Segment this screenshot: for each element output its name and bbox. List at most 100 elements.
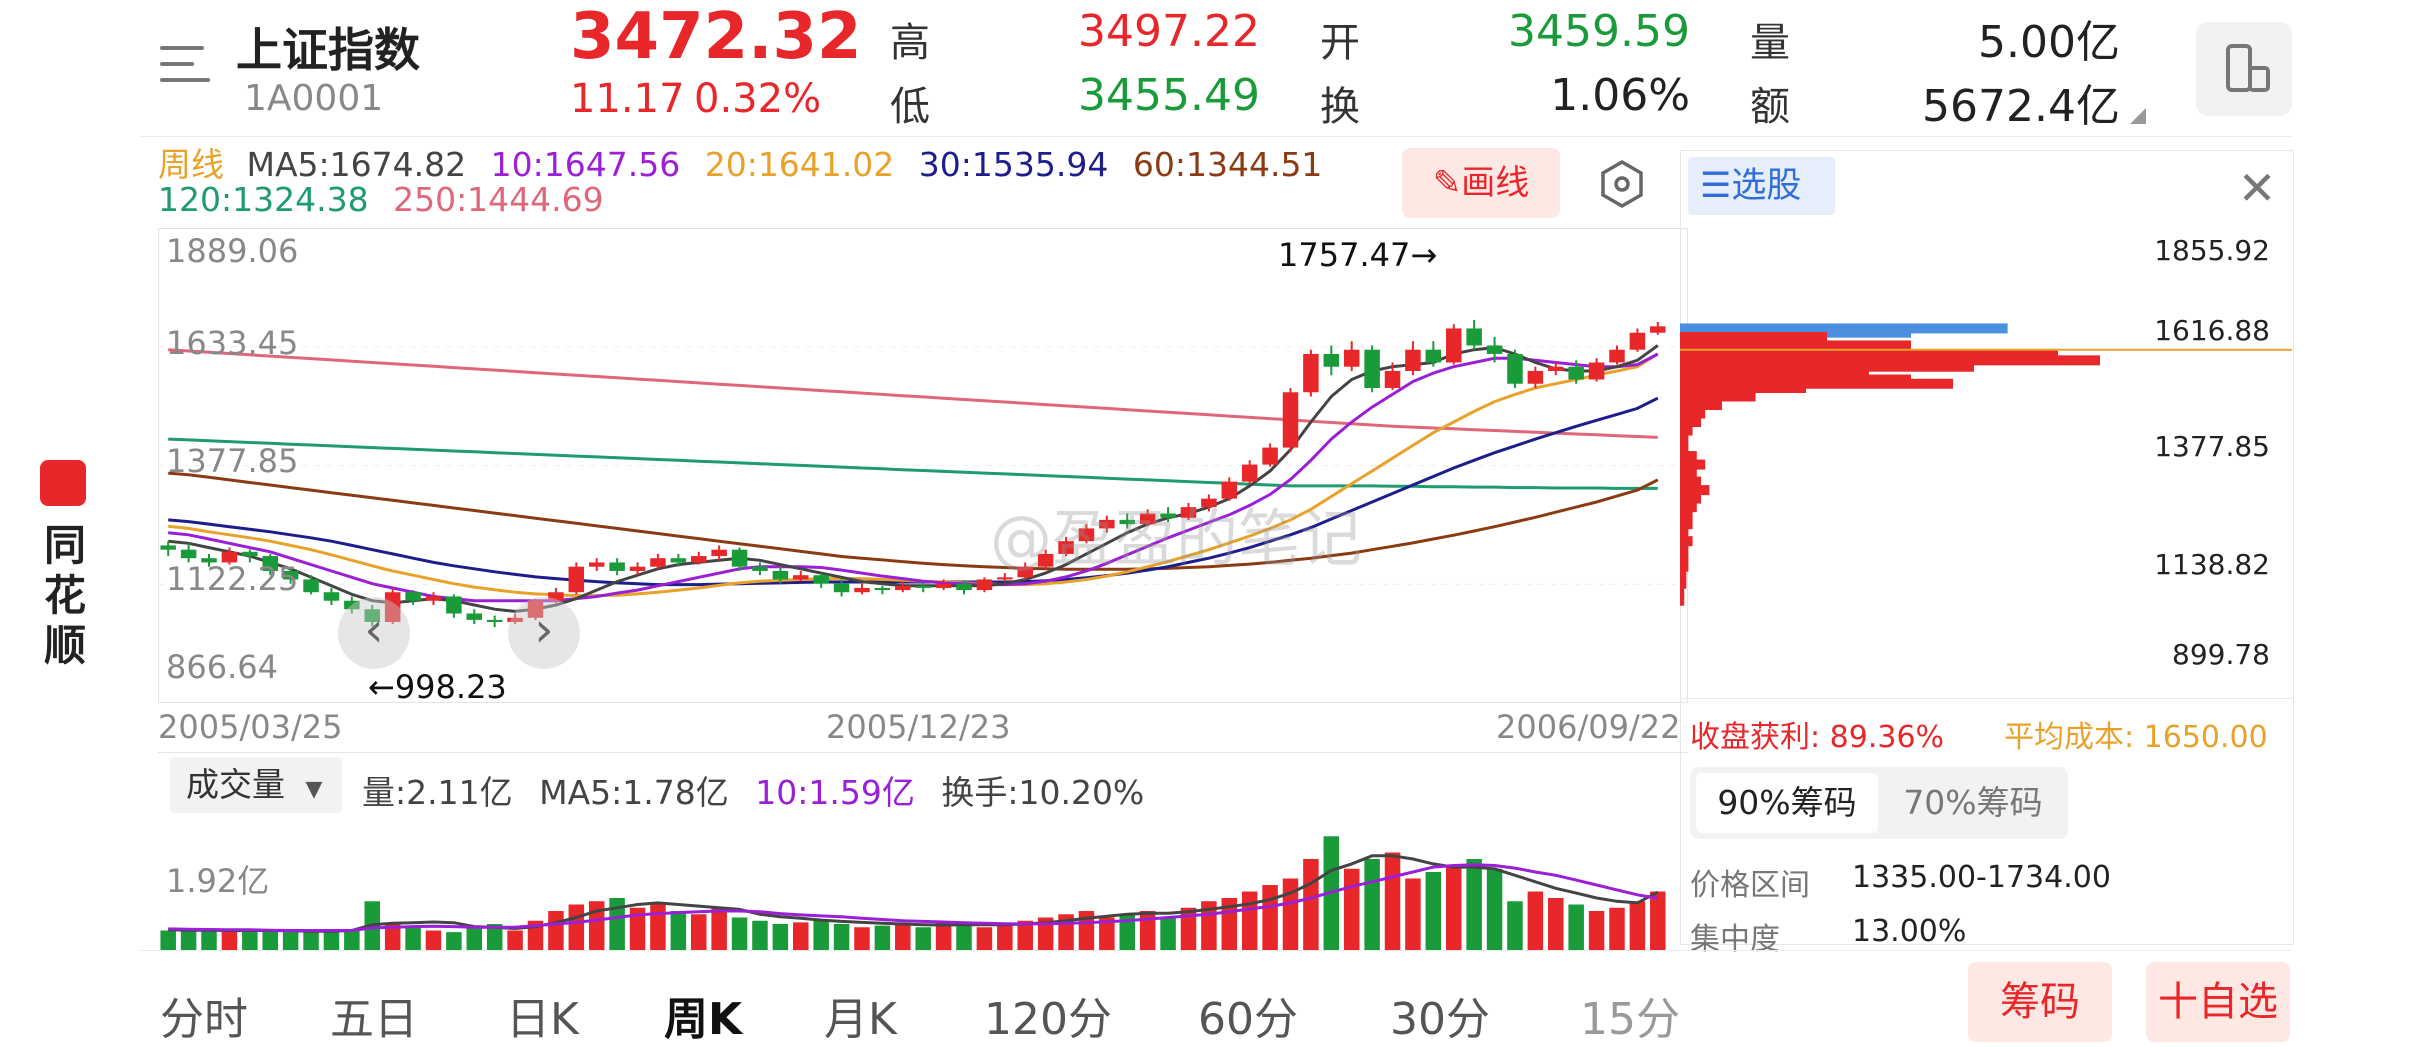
menu-icon[interactable] (160, 42, 210, 92)
indicator-selector[interactable]: 成交量 ▼ (170, 757, 342, 813)
chevron-left-icon[interactable]: ‹ (338, 597, 410, 669)
chip-bar (1680, 544, 1689, 555)
volume-bar (466, 927, 483, 950)
volume-chart[interactable] (158, 814, 1688, 950)
chip-bar (1680, 510, 1693, 521)
volume-bar (895, 924, 911, 950)
period-60min[interactable]: 60分 (1198, 983, 1298, 1047)
settings-icon[interactable] (1596, 158, 1648, 210)
volume-bar (1650, 891, 1666, 950)
volume-bar (1629, 901, 1646, 950)
volume-bar (793, 922, 809, 950)
candle-body (690, 556, 707, 563)
chip-price-tick: 1377.85 (2154, 430, 2270, 463)
date-tick: 2006/09/22 (1496, 708, 1681, 746)
period-weekly[interactable]: 周K (664, 983, 742, 1047)
chip-bar (1680, 476, 1701, 487)
chip-bar (1680, 578, 1687, 589)
close-icon[interactable]: ✕ (2235, 165, 2279, 211)
chip-bar (1680, 451, 1697, 462)
chip-bar (1680, 527, 1689, 538)
volume-bar (282, 932, 299, 950)
ma20-label: 20:1641.02 (704, 145, 895, 184)
chip-bar (1680, 502, 1697, 513)
add-watchlist-button[interactable]: 十自选 (2146, 962, 2290, 1042)
volume-bar (772, 924, 789, 950)
candle-body (1384, 370, 1401, 389)
volume-bar (548, 911, 564, 950)
chip-price-tick: 899.78 (2172, 638, 2270, 671)
candle-body (629, 566, 646, 571)
volume-bar (1486, 868, 1503, 950)
candle-body (1588, 362, 1605, 380)
candle-body (466, 613, 483, 620)
period-5day[interactable]: 五日 (330, 983, 418, 1047)
turnover-value: 1.06% (1550, 70, 1690, 121)
volume-bar (915, 927, 931, 950)
candle-body (1343, 349, 1360, 367)
ma10-label: 10:1647.56 (490, 145, 681, 184)
chevron-right-icon[interactable]: › (508, 597, 580, 669)
chip-bar (1680, 561, 1689, 572)
ma-line-30 (168, 396, 1659, 587)
price-range-value: 1335.00-1734.00 (1852, 860, 2111, 895)
ma30-label: 30:1535.94 (918, 145, 1109, 184)
volume-bar (221, 929, 238, 950)
candle-body (670, 558, 687, 563)
candle-body (405, 592, 421, 601)
chip-bar (1680, 400, 1722, 411)
candle-body (1323, 353, 1340, 367)
price-tick: 1122.25 (166, 560, 299, 598)
volume-bar (446, 932, 462, 950)
expand-corner-icon[interactable] (2130, 108, 2146, 124)
candle-body (486, 619, 503, 623)
chip-bar (1680, 331, 1827, 342)
candle-body (1425, 349, 1442, 363)
volume-bar (1548, 898, 1564, 950)
volume-bar (1343, 868, 1360, 950)
candle-body (915, 585, 931, 588)
chips-button[interactable]: 筹码 (1968, 962, 2112, 1042)
volume-label: 量 (1750, 20, 1790, 66)
volume-bar (1262, 885, 1278, 950)
volume-bar (568, 904, 585, 950)
period-label: 周线 (158, 145, 224, 184)
period-monthly[interactable]: 月K (824, 983, 897, 1047)
chip-bar (1680, 570, 1687, 581)
period-15min[interactable]: 15分 (1580, 983, 1680, 1047)
chip-bar (1680, 587, 1685, 598)
candle-body (588, 562, 605, 567)
candle-body (1364, 349, 1380, 389)
current-price: 3472.32 (570, 0, 862, 74)
candle-body (1507, 353, 1523, 384)
draw-line-button[interactable]: ✎画线 (1402, 148, 1560, 218)
volume-bar (997, 924, 1013, 950)
candle-body (772, 570, 789, 580)
volume-bar (1466, 859, 1482, 950)
period-120min[interactable]: 120分 (984, 983, 1112, 1047)
chip-bar (1680, 553, 1689, 564)
volume-bar (180, 928, 197, 950)
candle-body (160, 545, 176, 550)
tab-90-chips[interactable]: 90%筹码 (1696, 773, 1878, 833)
candle-body (833, 583, 850, 593)
candle-body (1405, 349, 1421, 371)
volume-ma5-label: MA5:1.78亿 (539, 773, 729, 812)
chip-price-tick: 1855.92 (2154, 234, 2270, 267)
landscape-toggle-button[interactable] (2196, 22, 2292, 116)
volume-bar (935, 922, 952, 950)
period-daily[interactable]: 日K (506, 983, 579, 1047)
period-30min[interactable]: 30分 (1390, 983, 1490, 1047)
volume-bar (711, 907, 727, 950)
chip-price-tick: 1138.82 (2154, 548, 2270, 581)
turnover-rate-label: 换手:10.20% (941, 773, 1145, 812)
stock-picker-button[interactable]: ☰选股 (1688, 157, 1835, 215)
chip-bar (1680, 417, 1701, 428)
tab-70-chips[interactable]: 70%筹码 (1882, 773, 2064, 833)
volume-bar (425, 930, 442, 950)
low-label: 低 (890, 84, 930, 130)
volume-bar (1527, 891, 1544, 950)
volume-bar (1160, 917, 1176, 950)
chip-bar (1680, 459, 1706, 470)
period-intraday[interactable]: 分时 (160, 983, 248, 1047)
